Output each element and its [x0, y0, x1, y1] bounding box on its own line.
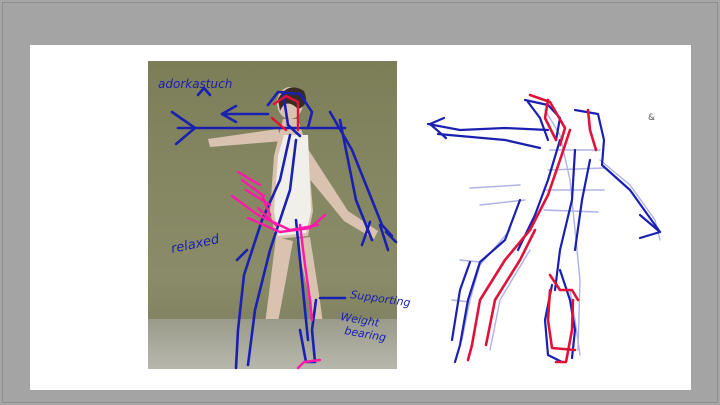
annotation-text-layer: adorkastuch relaxed Supporting Weight be… [158, 77, 655, 344]
corner-mark: & [648, 113, 655, 123]
annotation-bearing: bearing [343, 324, 387, 344]
annotation-supporting: Supporting [350, 288, 412, 309]
annotation-top: adorkastuch [158, 77, 232, 91]
annotation-relaxed: relaxed [170, 232, 222, 257]
